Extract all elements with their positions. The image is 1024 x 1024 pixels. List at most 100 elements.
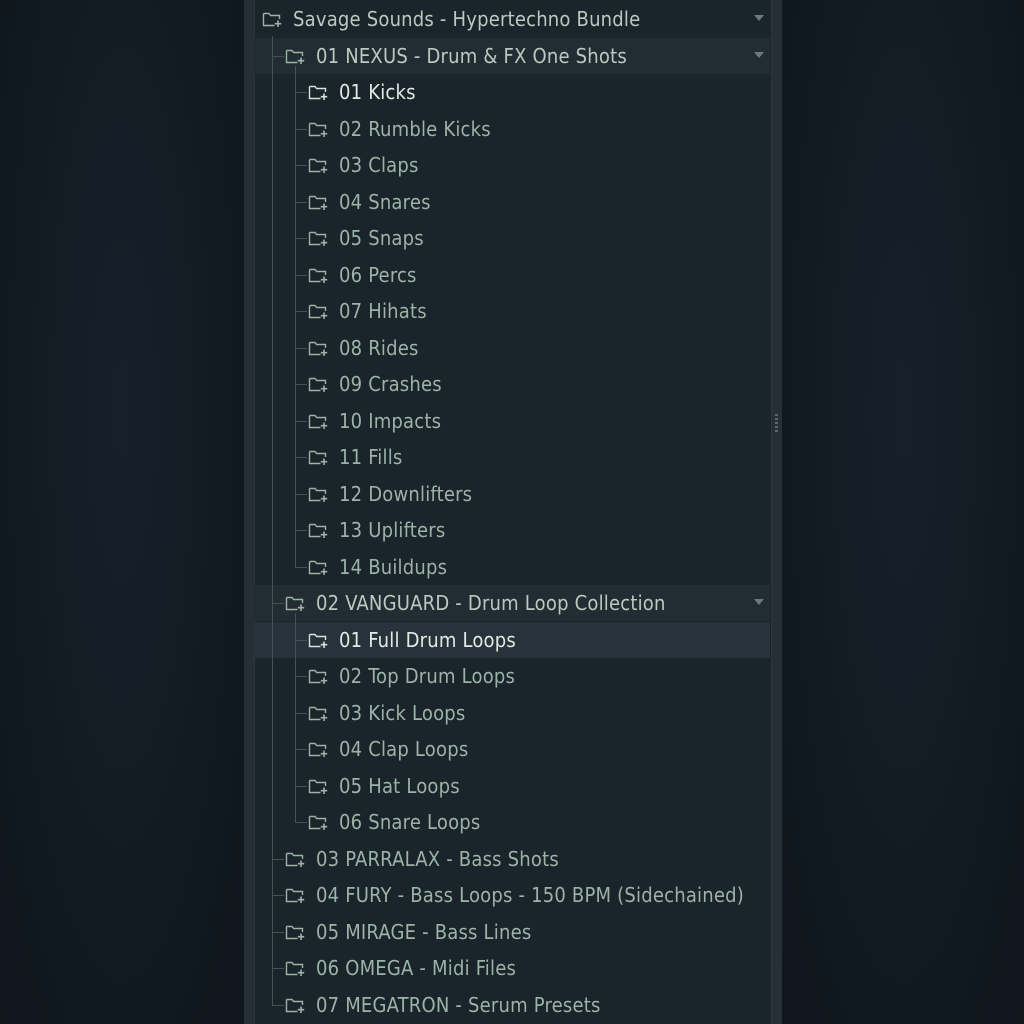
folder-label: 04 Snares bbox=[339, 189, 431, 214]
tree-connector bbox=[295, 238, 307, 239]
folder-plus-icon bbox=[285, 959, 307, 977]
tree-connector bbox=[295, 92, 307, 93]
background-left bbox=[0, 0, 244, 1024]
chevron-down-icon[interactable] bbox=[754, 51, 764, 58]
folder-label: 04 Clap Loops bbox=[339, 737, 469, 761]
folder-label: 08 Rides bbox=[339, 335, 419, 360]
tree-connector bbox=[295, 201, 307, 203]
folder-plus-icon bbox=[308, 375, 330, 393]
tree-connector bbox=[295, 749, 307, 750]
tree-connector bbox=[295, 274, 307, 276]
folder-plus-icon bbox=[308, 302, 330, 320]
tree-subfolder[interactable]: 12 Downlifters bbox=[254, 476, 770, 512]
folder-label: Savage Sounds - Hypertechno Bundle bbox=[293, 7, 641, 31]
folder-plus-icon bbox=[308, 339, 330, 357]
tree-connector bbox=[272, 35, 273, 1006]
tree-subfolder[interactable]: 06 Percs bbox=[254, 257, 770, 293]
folder-label: 13 Uplifters bbox=[339, 518, 446, 542]
folder-plus-icon bbox=[262, 10, 284, 28]
folder-plus-icon bbox=[308, 448, 330, 466]
panel-splitter-handle[interactable] bbox=[775, 414, 778, 434]
tree-subfolder[interactable]: 08 Rides bbox=[254, 330, 770, 366]
tree-connector bbox=[272, 858, 284, 860]
tree-subfolder[interactable]: 01 Full Drum Loops bbox=[254, 621, 770, 658]
folder-label: 02 Top Drum Loops bbox=[339, 664, 516, 688]
tree-subfolder[interactable]: 11 Fills bbox=[254, 439, 770, 475]
tree-subfolder[interactable]: 14 Buildups bbox=[254, 549, 770, 585]
tree-connector bbox=[272, 1004, 284, 1006]
folder-plus-icon bbox=[308, 83, 330, 101]
folder-label: 01 Kicks bbox=[339, 80, 416, 104]
folder-label: 03 PARRALAX - Bass Shots bbox=[316, 846, 559, 871]
tree-group-folder[interactable]: 06 OMEGA - Midi Files bbox=[254, 950, 770, 986]
folder-plus-icon bbox=[308, 558, 330, 576]
tree-connector bbox=[295, 712, 307, 714]
tree-connector bbox=[272, 603, 284, 604]
tree-connector bbox=[295, 420, 307, 422]
tree-group-folder[interactable]: 04 FURY - Bass Loops - 150 BPM (Sidechai… bbox=[254, 877, 770, 913]
tree-root-folder[interactable]: Savage Sounds - Hypertechno Bundle bbox=[254, 1, 770, 37]
tree-connector bbox=[272, 931, 284, 933]
folder-plus-icon bbox=[285, 850, 307, 868]
folder-label: 06 Snare Loops bbox=[339, 810, 481, 834]
tree-connector bbox=[295, 822, 307, 823]
tree-connector bbox=[295, 639, 307, 641]
tree-connector bbox=[295, 530, 307, 531]
folder-label: 03 Kick Loops bbox=[339, 700, 466, 725]
tree-subfolder[interactable]: 03 Kick Loops bbox=[254, 695, 770, 731]
folder-plus-icon bbox=[308, 777, 330, 795]
tree-subfolder[interactable]: 05 Snaps bbox=[254, 220, 770, 256]
tree-group-folder[interactable]: 05 MIRAGE - Bass Lines bbox=[254, 914, 770, 950]
folder-plus-icon bbox=[308, 813, 330, 831]
folder-plus-icon bbox=[308, 521, 330, 539]
tree-subfolder[interactable]: 13 Uplifters bbox=[254, 512, 770, 548]
chevron-down-icon[interactable] bbox=[754, 15, 764, 21]
folder-label: 04 FURY - Bass Loops - 150 BPM (Sidechai… bbox=[316, 883, 744, 907]
tree-subfolder[interactable]: 01 Kicks bbox=[254, 74, 770, 110]
folder-label: 02 Rumble Kicks bbox=[339, 116, 491, 141]
chevron-down-icon[interactable] bbox=[754, 599, 764, 605]
folder-plus-icon bbox=[308, 120, 330, 138]
tree-subfolder[interactable]: 02 Rumble Kicks bbox=[254, 111, 770, 147]
folder-label: 03 Claps bbox=[339, 153, 419, 177]
tree-subfolder[interactable]: 10 Impacts bbox=[254, 403, 770, 439]
tree-group-folder[interactable]: 07 MEGATRON - Serum Presets bbox=[254, 987, 770, 1023]
folder-plus-icon bbox=[285, 996, 307, 1014]
folder-label: 05 Hat Loops bbox=[339, 773, 460, 798]
folder-plus-icon bbox=[285, 594, 307, 612]
tree-subfolder[interactable]: 04 Clap Loops bbox=[254, 731, 770, 767]
tree-connector bbox=[295, 613, 296, 823]
folder-plus-icon bbox=[308, 485, 330, 503]
tree-connector bbox=[272, 968, 284, 969]
tree-subfolder[interactable]: 03 Claps bbox=[254, 147, 770, 183]
tree-subfolder[interactable]: 05 Hat Loops bbox=[254, 768, 770, 804]
folder-label: 05 Snaps bbox=[339, 226, 424, 250]
folder-plus-icon bbox=[285, 47, 307, 65]
tree-subfolder[interactable]: 09 Crashes bbox=[254, 366, 770, 402]
tree-group-folder[interactable]: 03 PARRALAX - Bass Shots bbox=[254, 841, 770, 877]
tree-subfolder[interactable]: 04 Snares bbox=[254, 184, 770, 220]
tree-connector bbox=[295, 165, 307, 166]
folder-label: 01 NEXUS - Drum & FX One Shots bbox=[316, 43, 627, 68]
folder-label: 06 Percs bbox=[339, 262, 417, 287]
tree-group-folder[interactable]: 01 NEXUS - Drum & FX One Shots bbox=[254, 37, 770, 74]
folder-plus-icon bbox=[308, 266, 330, 284]
folder-label: 02 VANGUARD - Drum Loop Collection bbox=[316, 591, 666, 615]
tree-connector bbox=[295, 457, 307, 458]
tree-connector bbox=[295, 128, 307, 130]
tree-subfolder[interactable]: 02 Top Drum Loops bbox=[254, 658, 770, 694]
tree-connector bbox=[295, 311, 307, 312]
tree-connector bbox=[272, 55, 284, 57]
folder-label: 12 Downlifters bbox=[339, 481, 473, 506]
folder-label: 07 Hihats bbox=[339, 299, 427, 323]
tree-connector bbox=[295, 493, 307, 495]
folder-plus-icon bbox=[285, 923, 307, 941]
background-right bbox=[782, 0, 1024, 1024]
folder-label: 07 MEGATRON - Serum Presets bbox=[316, 992, 601, 1017]
tree-subfolder[interactable]: 06 Snare Loops bbox=[254, 804, 770, 840]
tree-connector bbox=[295, 785, 307, 787]
tree-group-folder[interactable]: 02 VANGUARD - Drum Loop Collection bbox=[254, 585, 770, 621]
folder-plus-icon bbox=[308, 412, 330, 430]
tree-subfolder[interactable]: 07 Hihats bbox=[254, 293, 770, 329]
tree-connector bbox=[295, 676, 307, 677]
